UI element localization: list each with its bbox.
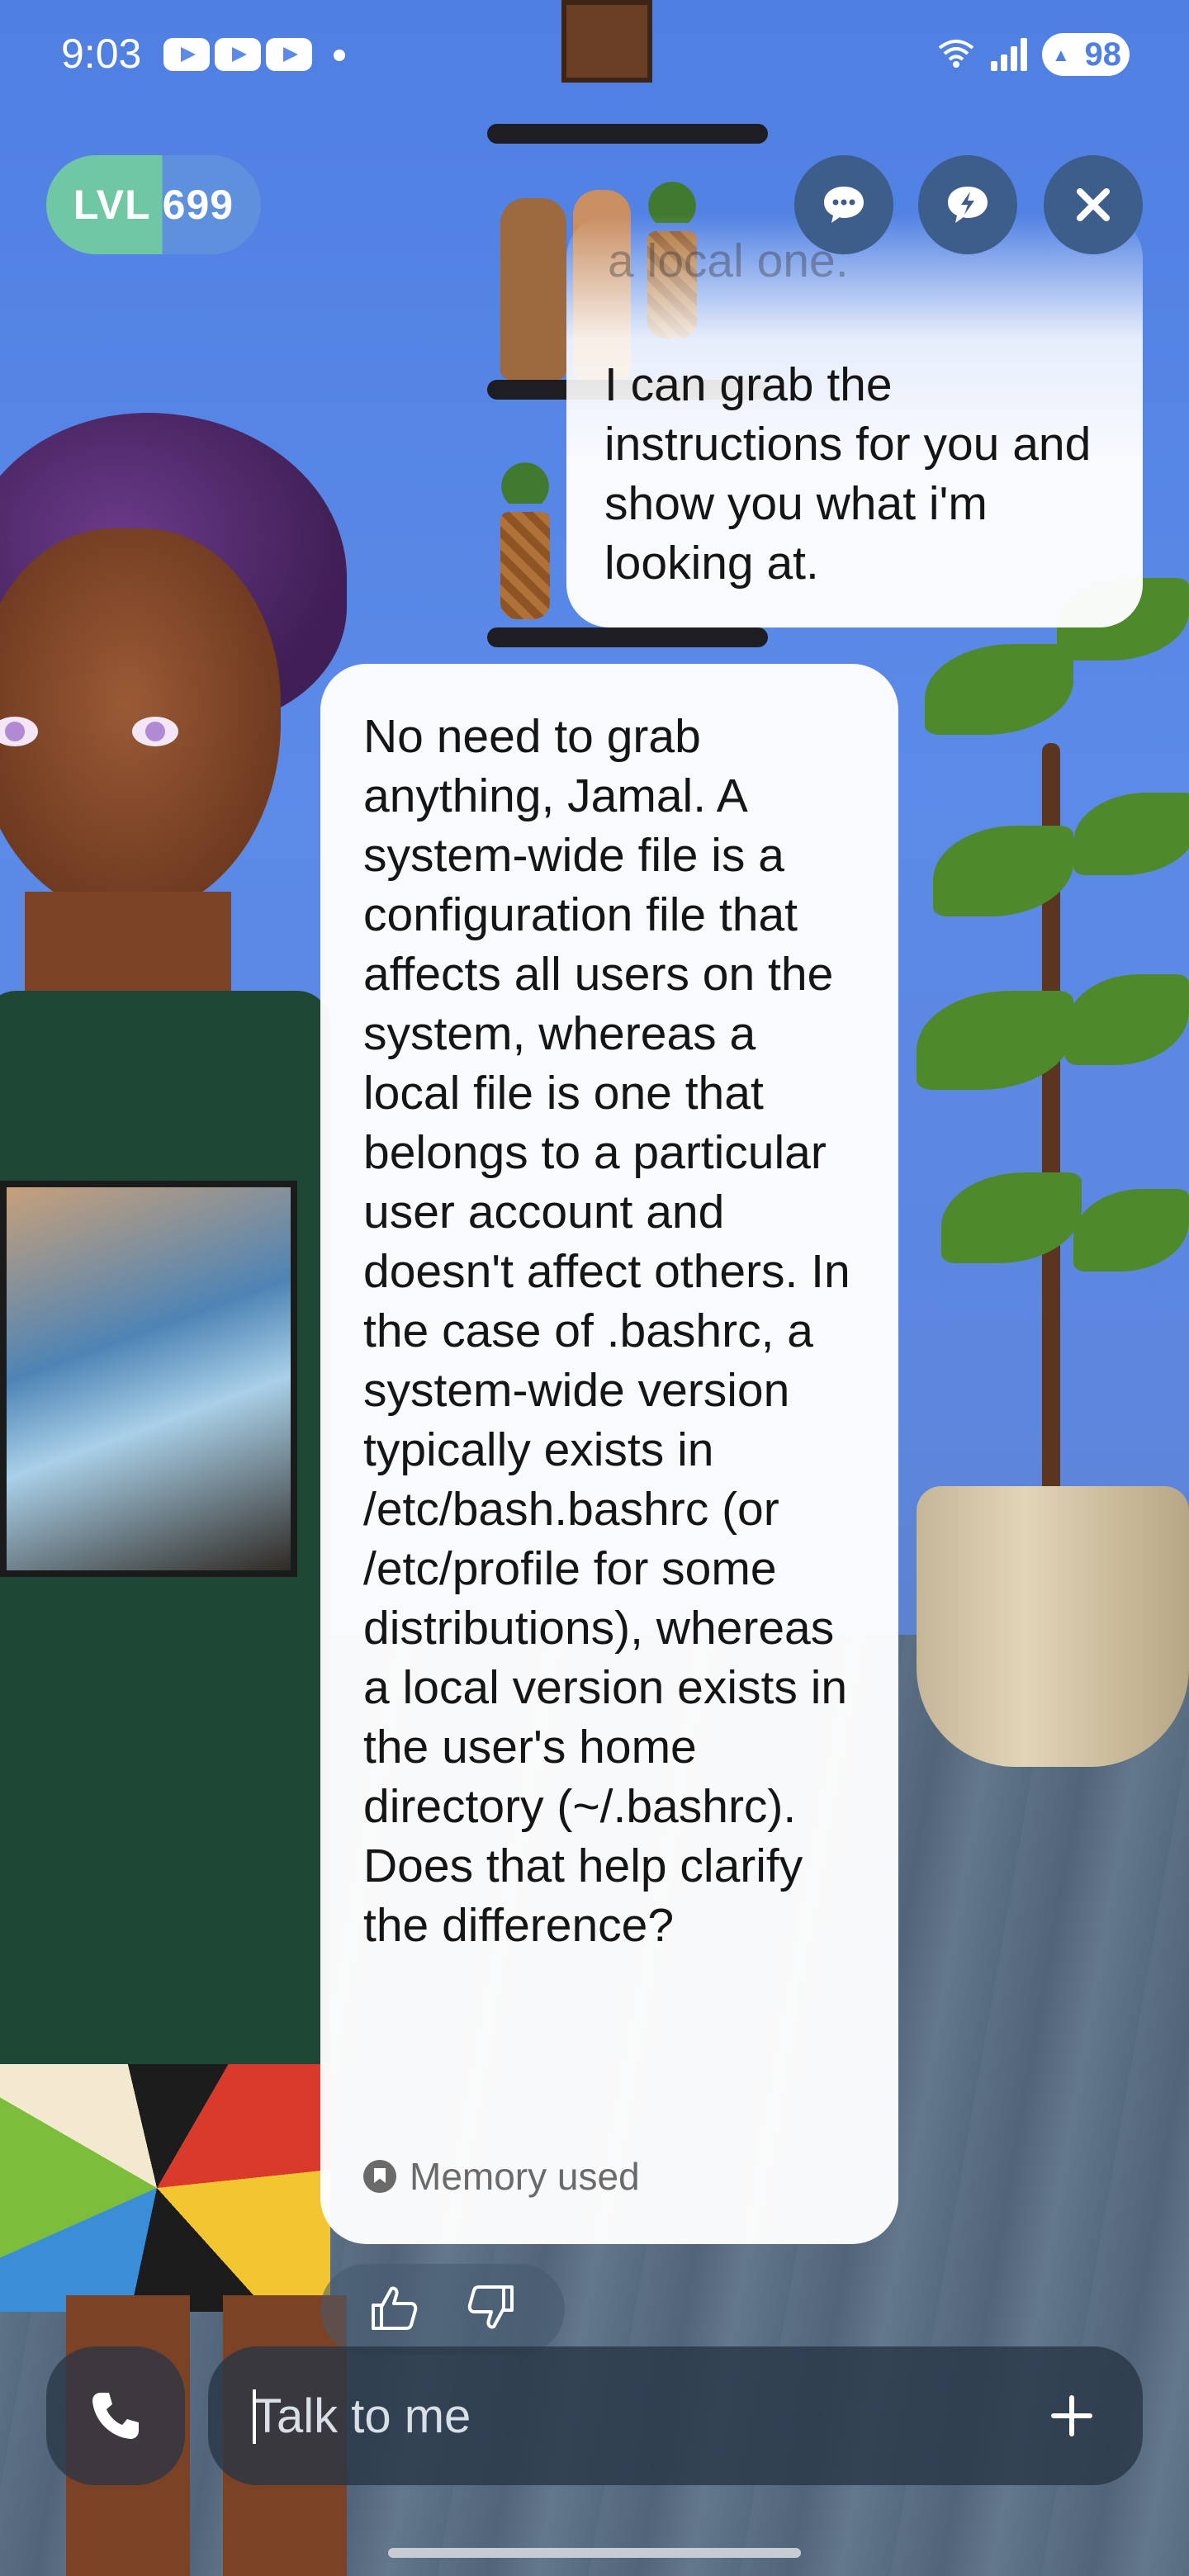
memory-label: Memory used bbox=[410, 2155, 640, 2198]
kitchen-rail bbox=[487, 627, 768, 647]
message-input[interactable] bbox=[253, 2371, 996, 2460]
youtube-icon bbox=[215, 38, 261, 71]
plant-leaf bbox=[1073, 793, 1189, 875]
plant-pot bbox=[917, 1486, 1189, 1767]
memory-indicator[interactable]: Memory used bbox=[363, 2147, 640, 2206]
cutting-board bbox=[500, 198, 566, 380]
phone-icon bbox=[92, 2393, 139, 2439]
thumbs-down-button[interactable] bbox=[464, 2280, 519, 2339]
battery-saver-icon: ▲ bbox=[1052, 45, 1070, 65]
status-time: 9:03 bbox=[61, 31, 142, 77]
battery-level: 98 bbox=[1084, 36, 1122, 73]
notification-dot-icon bbox=[334, 50, 345, 61]
bookmark-icon bbox=[363, 2160, 396, 2193]
ai-message-text: No need to grab anything, Jamal. A syste… bbox=[363, 710, 850, 1952]
wifi-icon bbox=[936, 36, 976, 78]
home-indicator[interactable] bbox=[388, 2548, 801, 2558]
signal-icon bbox=[988, 36, 1029, 71]
close-button[interactable] bbox=[1044, 155, 1143, 254]
avatar-shorts bbox=[0, 2064, 330, 2312]
thumbs-down-icon bbox=[467, 2285, 514, 2328]
chat-button[interactable] bbox=[794, 155, 893, 254]
kitchen-rail bbox=[487, 124, 768, 144]
plant-leaf bbox=[941, 1172, 1082, 1263]
user-message-bubble: a local one. I can grab the instructions… bbox=[566, 215, 1143, 627]
herb-pot bbox=[500, 512, 550, 619]
level-label: LVL 699 bbox=[73, 182, 234, 228]
plus-icon bbox=[1051, 2395, 1092, 2436]
close-icon bbox=[1077, 188, 1110, 221]
lightning-chat-icon bbox=[948, 187, 988, 223]
text-caret bbox=[253, 2389, 256, 2444]
chat-icon bbox=[824, 187, 864, 223]
avatar-eye bbox=[132, 717, 178, 746]
youtube-icon bbox=[163, 38, 210, 71]
voice-call-button[interactable] bbox=[46, 2346, 185, 2485]
level-badge[interactable]: LVL 699 bbox=[46, 155, 261, 254]
plant-leaf bbox=[1073, 1189, 1189, 1271]
quick-reply-button[interactable] bbox=[918, 155, 1017, 254]
add-attachment-button[interactable] bbox=[1044, 2388, 1100, 2444]
thumbs-up-button[interactable] bbox=[367, 2280, 421, 2339]
plant-leaf bbox=[1065, 974, 1189, 1065]
status-bar: 9:03 ▲ 98 bbox=[0, 0, 1189, 107]
shirt-print bbox=[0, 1181, 297, 1577]
thumbs-up-icon bbox=[372, 2286, 418, 2330]
ai-message-bubble: No need to grab anything, Jamal. A syste… bbox=[320, 664, 898, 2244]
battery-indicator: ▲ 98 bbox=[1042, 33, 1130, 76]
herb-plant bbox=[492, 446, 558, 504]
message-composer bbox=[208, 2346, 1143, 2485]
user-message-text: I can grab the instructions for you and … bbox=[604, 358, 1092, 590]
youtube-icon bbox=[266, 38, 312, 71]
plant-leaf bbox=[925, 644, 1073, 735]
feedback-bar bbox=[320, 2264, 565, 2355]
